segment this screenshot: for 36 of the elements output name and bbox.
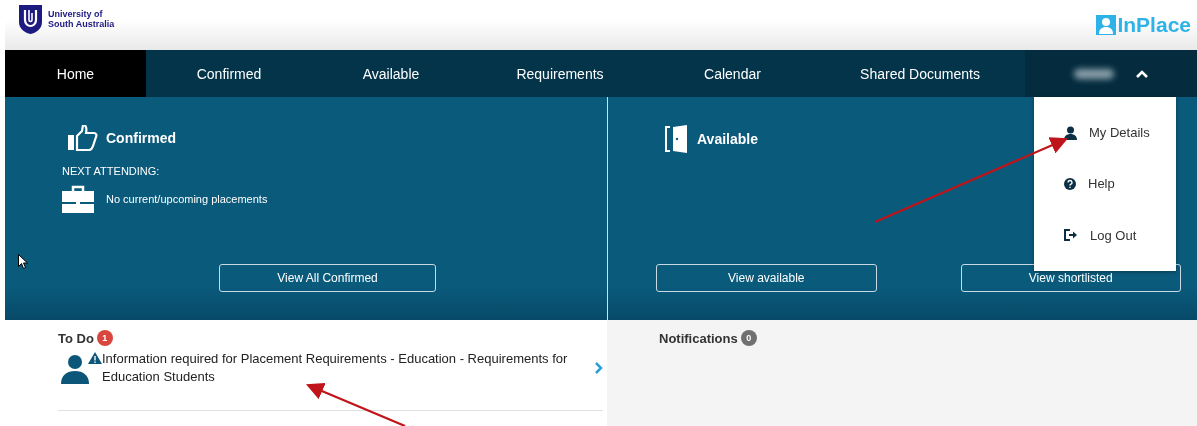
next-attending-label: NEXT ATTENDING: — [61, 165, 161, 177]
menu-item[interactable]: My Details — [1034, 125, 1176, 141]
user-menu-button[interactable] — [1025, 50, 1197, 97]
door-icon — [665, 125, 689, 153]
section-title: Notifications — [659, 330, 738, 346]
person-warning-icon — [58, 352, 102, 384]
brand-name: InPlace — [1117, 13, 1191, 37]
tile-title: Confirmed — [106, 130, 176, 146]
view-button[interactable]: View All Confirmed — [219, 264, 436, 292]
person-icon — [1064, 125, 1077, 140]
person-logo-icon — [1096, 15, 1117, 35]
mouse-pointer-icon — [18, 254, 28, 269]
nav-tab[interactable]: Shared Documents — [815, 50, 1025, 97]
count-badge: 1 — [96, 330, 113, 346]
university-name: University of South Australia — [48, 9, 115, 29]
nav-tab[interactable]: Requirements — [470, 50, 650, 97]
briefcase-icon — [62, 185, 94, 213]
log-out-icon — [1064, 229, 1078, 242]
tile-title: Available — [697, 131, 758, 147]
todo-text: Information required for Placement Requirements - Education - Requirements for Education Students — [102, 350, 569, 386]
menu-item[interactable]: Log Out — [1034, 227, 1176, 243]
nav-tab[interactable]: Calendar — [650, 50, 815, 97]
nav-tab[interactable]: Home — [5, 50, 146, 97]
caret-icon — [1136, 69, 1148, 78]
nav-tab[interactable]: Available — [312, 50, 470, 97]
nav-tab[interactable]: Confirmed — [146, 50, 312, 97]
help-icon — [1064, 178, 1076, 190]
university-logo-icon — [19, 4, 42, 34]
thumbs-up-icon — [68, 125, 98, 151]
chevron-right-icon — [595, 362, 603, 374]
placement-message: No current/upcoming placements — [106, 193, 268, 205]
view-button[interactable]: View available — [656, 264, 877, 292]
menu-item[interactable]: Help — [1034, 176, 1176, 192]
count-badge: 0 — [740, 330, 757, 346]
todo-item[interactable]: Information required for Placement Requirements - Education - Requirements for Education Students — [58, 350, 603, 411]
section-title: To Do — [58, 330, 94, 346]
